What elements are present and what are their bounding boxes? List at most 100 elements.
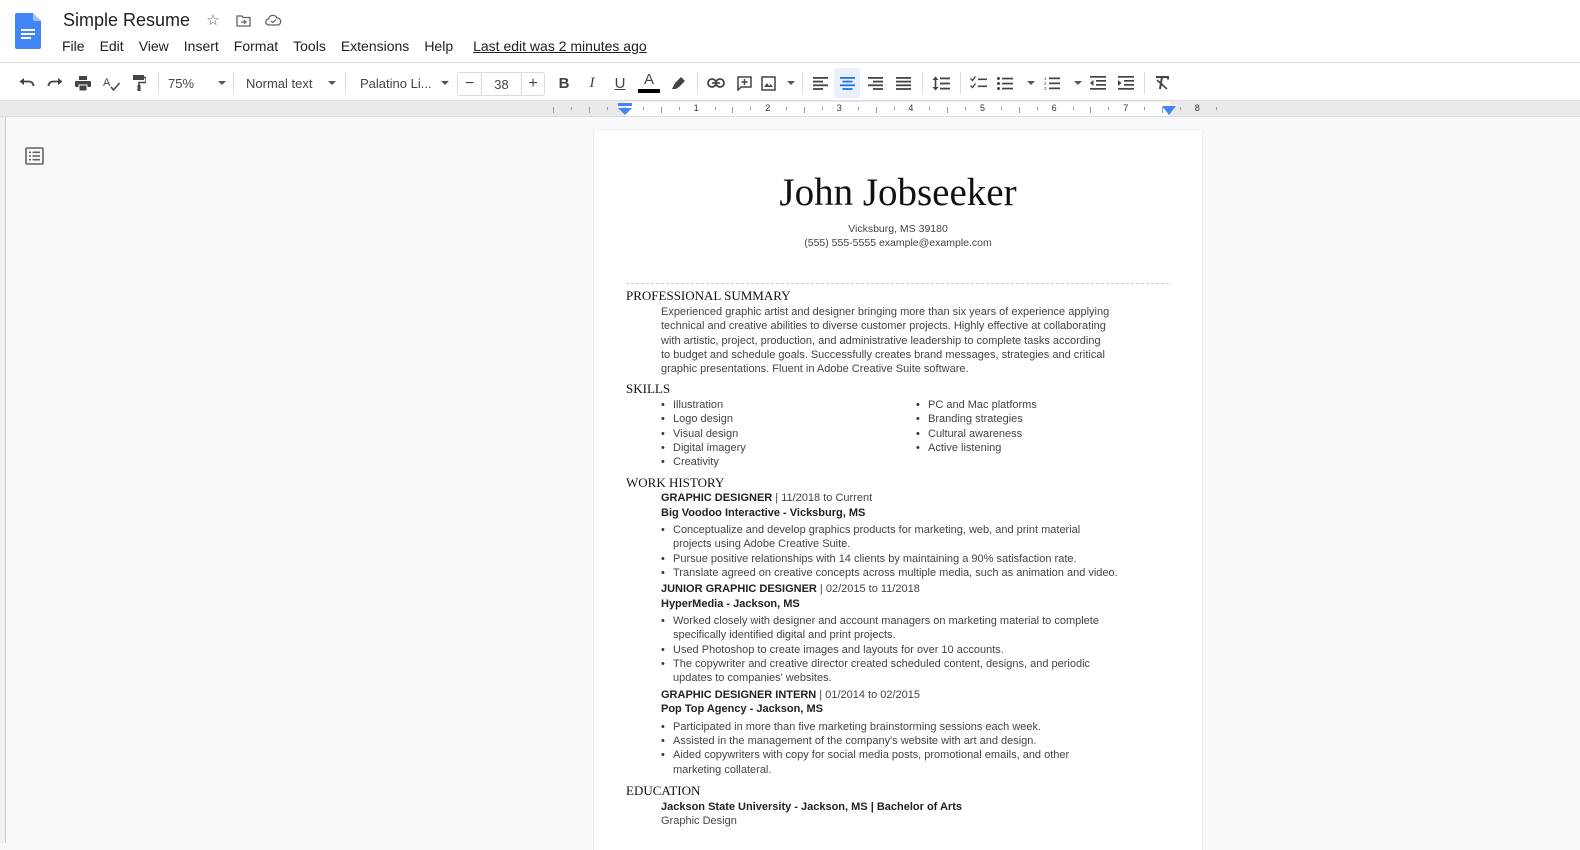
align-center-icon[interactable]	[834, 68, 860, 98]
text-color-icon[interactable]: A	[637, 72, 661, 94]
justify-icon[interactable]	[893, 72, 913, 94]
ruler-tick	[857, 107, 859, 110]
resume-name: John Jobseeker	[779, 171, 1017, 214]
menu-insert[interactable]: Insert	[184, 38, 226, 54]
menu-view[interactable]: View	[139, 38, 176, 54]
zoom-select[interactable]: 75%	[168, 72, 226, 94]
ruler-tick	[1072, 107, 1074, 110]
document-page[interactable]: John Jobseeker Vicksburg, MS 39180 (555)…	[594, 130, 1202, 850]
docs-logo-icon[interactable]	[15, 13, 41, 49]
menu-tools[interactable]: Tools	[293, 38, 333, 54]
work-history-heading: WORK HISTORY	[626, 475, 725, 490]
job-bullet: Participated in more than five marketing…	[661, 720, 1173, 735]
cloud-saved-icon[interactable]	[264, 11, 282, 29]
undo-icon[interactable]	[17, 72, 37, 94]
document-outline-icon[interactable]	[25, 147, 44, 165]
ruler-tick	[786, 107, 788, 110]
clear-formatting-icon[interactable]	[1152, 72, 1172, 94]
ruler-label: 7	[1123, 103, 1129, 113]
job-title-line: JUNIOR GRAPHIC DESIGNER | 02/2015 to 11/…	[661, 583, 920, 595]
italic-icon[interactable]: I	[583, 72, 601, 94]
ruler-label: 4	[908, 103, 914, 113]
increase-font-size-button[interactable]: +	[522, 73, 544, 95]
job-bullet: Translate agreed on creative concepts ac…	[661, 566, 1173, 581]
job-company: HyperMedia - Jackson, MS	[661, 597, 800, 610]
horizontal-ruler[interactable]: 1 2 3 4 5 6 7 8	[0, 101, 1580, 117]
move-folder-icon[interactable]	[234, 11, 252, 29]
chevron-down-icon	[1027, 81, 1035, 85]
job-bullet: Used Photoshop to create images and layo…	[661, 643, 1173, 658]
menu-edit[interactable]: Edit	[100, 38, 131, 54]
document-title[interactable]: Simple Resume	[63, 10, 190, 31]
highlight-icon[interactable]	[669, 72, 689, 94]
paragraph-style-select[interactable]: Normal text	[246, 72, 336, 94]
menu-extensions[interactable]: Extensions	[341, 38, 416, 54]
svg-text:A: A	[103, 77, 111, 89]
chevron-down-icon	[218, 81, 226, 85]
ruler-tick	[1108, 107, 1110, 110]
bold-icon[interactable]: B	[555, 72, 573, 94]
job-title: GRAPHIC DESIGNER	[661, 492, 773, 504]
checklist-icon[interactable]	[968, 72, 988, 94]
svg-text:3: 3	[1044, 86, 1047, 90]
ruler-tick	[750, 107, 752, 110]
last-edit-link[interactable]: Last edit was 2 minutes ago	[473, 38, 654, 54]
star-icon[interactable]: ☆	[204, 11, 222, 29]
ruler-label: 6	[1051, 103, 1057, 113]
spellcheck-icon[interactable]: A	[101, 72, 121, 94]
education-school: Jackson State University - Jackson, MS |…	[661, 801, 962, 813]
vertical-ruler[interactable]	[0, 117, 6, 843]
paragraph-style-value: Normal text	[246, 75, 313, 91]
ruler-tick	[947, 107, 949, 113]
add-comment-icon[interactable]	[734, 72, 754, 94]
ruler-tick	[589, 107, 591, 113]
ruler-tick	[607, 107, 609, 110]
decrease-indent-icon[interactable]	[1088, 72, 1108, 94]
header-divider	[626, 283, 1169, 284]
chevron-down-icon	[328, 81, 336, 85]
print-icon[interactable]	[73, 72, 93, 94]
ruler-tick	[804, 107, 805, 113]
summary-heading: PROFESSIONAL SUMMARY	[626, 288, 791, 303]
align-left-icon[interactable]	[810, 72, 830, 94]
ruler-tick	[714, 107, 716, 110]
decrease-font-size-button[interactable]: −	[458, 73, 482, 95]
numbered-list-button[interactable]: 123	[1044, 72, 1082, 94]
job-bullet: The copywriter and creative director cre…	[661, 657, 1173, 686]
paint-format-icon[interactable]	[129, 72, 149, 94]
ruler-tick	[821, 107, 823, 110]
left-indent-marker-icon[interactable]	[618, 103, 632, 115]
font-family-select[interactable]: Palatino Li...	[360, 72, 449, 94]
redo-icon[interactable]	[45, 72, 65, 94]
align-right-icon[interactable]	[865, 72, 885, 94]
menu-file[interactable]: File	[62, 38, 92, 54]
skill-item: Creativity	[661, 455, 719, 470]
ruler-tick	[642, 107, 644, 110]
resume-contact: (555) 555-5555 example@example.com	[804, 237, 992, 249]
summary-line: Experienced graphic artist and designer …	[661, 306, 1110, 318]
job-title: GRAPHIC DESIGNER INTERN	[661, 688, 817, 701]
line-spacing-icon[interactable]	[930, 72, 952, 94]
image-icon	[761, 75, 776, 91]
font-size-input[interactable]: 38	[482, 73, 522, 95]
job-dates: | 11/2018 to Current	[772, 492, 873, 504]
insert-link-icon[interactable]	[706, 72, 726, 94]
numbered-list-icon: 123	[1044, 76, 1060, 90]
increase-indent-icon[interactable]	[1116, 72, 1136, 94]
ruler-tick	[1179, 107, 1181, 110]
job-title: JUNIOR GRAPHIC DESIGNER	[661, 583, 817, 596]
ruler-label: 2	[765, 103, 771, 113]
menu-help[interactable]: Help	[424, 38, 460, 54]
ruler-tick	[1144, 107, 1146, 110]
ruler-tick	[1000, 107, 1002, 110]
right-indent-marker-icon[interactable]	[1162, 106, 1176, 115]
bulleted-list-button[interactable]	[997, 72, 1035, 94]
underline-icon[interactable]: U	[611, 72, 629, 94]
education-heading: EDUCATION	[626, 783, 701, 798]
summary-line: with artistic, project, production, and …	[661, 334, 1101, 347]
ruler-label: 5	[980, 103, 986, 113]
insert-image-button[interactable]	[761, 72, 795, 94]
chevron-down-icon	[441, 81, 449, 85]
job-company: Big Voodoo Interactive - Vicksburg, MS	[661, 506, 866, 519]
menu-format[interactable]: Format	[234, 38, 285, 54]
